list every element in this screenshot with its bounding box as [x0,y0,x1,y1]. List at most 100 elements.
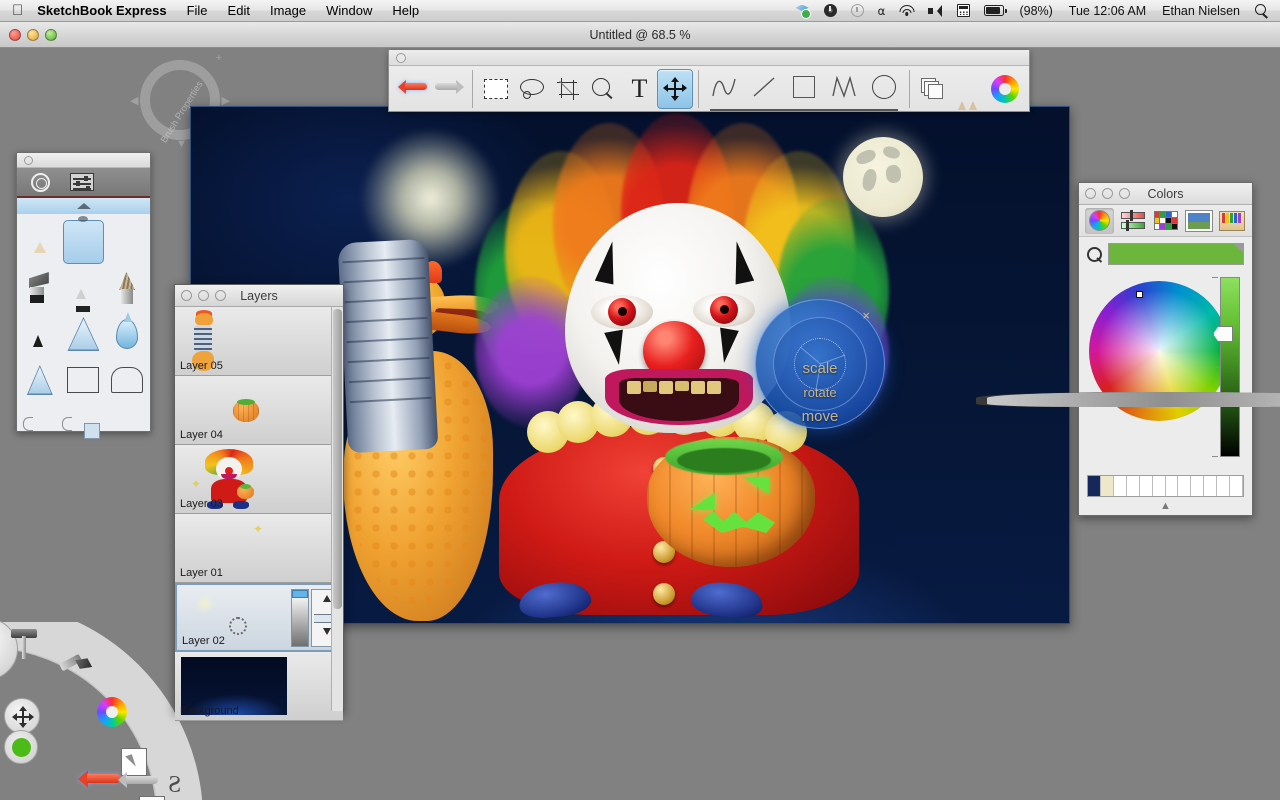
lagoon-ruler-icon[interactable]: Ƨ [168,772,181,799]
rectangle-select-tool[interactable] [478,69,514,109]
brush-water-drop[interactable] [106,312,148,356]
lasso-select-tool[interactable] [514,69,550,109]
menu-app-name[interactable]: SketchBook Express [23,3,176,18]
transform-puck[interactable]: × scale rotate move [755,299,885,429]
brush-fill-layer[interactable] [62,404,105,448]
puck-scale-label[interactable]: scale [756,360,884,377]
table-row[interactable]: Layer 05 [175,307,343,376]
table-row[interactable]: Layer 04 [175,376,343,445]
color-swatch[interactable] [1152,476,1166,496]
brush-airbrush[interactable] [62,220,105,264]
crayons-tab[interactable] [1217,208,1246,234]
time-machine-icon[interactable] [817,4,844,17]
tool-palette-grip[interactable] [389,50,1029,66]
magnifier-icon[interactable] [1087,246,1102,262]
brush-eraser[interactable] [63,358,105,402]
color-swatch[interactable] [1113,476,1127,496]
menu-item-edit[interactable]: Edit [218,3,260,18]
table-row[interactable]: ✦ Layer 01 [175,514,343,583]
layers-panel-header[interactable]: Layers [175,285,343,307]
brush-soft-cone[interactable] [63,312,105,356]
crop-tool[interactable] [550,69,586,109]
line-tool[interactable] [744,67,784,107]
layers-lagoon-item[interactable] [132,790,172,800]
color-swatch[interactable] [1165,476,1179,496]
color-swatch[interactable] [1088,476,1101,496]
color-swatch[interactable] [1217,476,1231,496]
battery-icon[interactable] [977,5,1011,16]
wifi-icon[interactable] [892,5,921,16]
freehand-curve-tool[interactable] [704,67,744,107]
dropbox-icon[interactable] [789,4,817,19]
brush-ballpoint[interactable] [63,266,105,312]
menu-item-file[interactable]: File [177,3,218,18]
brush-palette-collapse-bar[interactable] [17,198,150,214]
menu-user-name[interactable]: Ethan Nielsen [1154,4,1248,18]
brush-fan[interactable] [106,266,148,310]
color-swatch[interactable] [1230,476,1244,496]
menu-item-window[interactable]: Window [316,3,382,18]
layers-panel-button[interactable] [915,69,951,109]
brush-marker[interactable] [106,220,148,264]
apple-logo-icon[interactable]:  [12,3,23,18]
brush-nib[interactable] [19,312,61,356]
layer-opacity-slider[interactable] [291,589,309,647]
menu-item-image[interactable]: Image [260,3,316,18]
text-tool[interactable]: T [621,69,657,109]
image-palettes-tab[interactable] [1184,208,1213,234]
brightness-slider[interactable] [1213,277,1240,457]
menu-clock[interactable]: Tue 12:06 AM [1061,4,1154,18]
brush-paint-bucket[interactable] [19,404,61,448]
tool-palette-close-dot[interactable] [396,53,406,63]
table-row[interactable]: ✦ Layer 03 [175,445,343,514]
brush-palette-close-dot[interactable] [24,156,33,165]
table-row[interactable]: Background [175,652,343,721]
polyline-tool[interactable] [824,67,864,107]
layers-scrollbar-thumb[interactable] [333,309,342,609]
color-swatch[interactable] [1126,476,1140,496]
puck-move-label[interactable]: move [756,408,884,425]
bluetooth-icon[interactable]: ⍺ [871,4,893,18]
ellipse-tool[interactable] [864,67,904,107]
selected-color-swatch[interactable] [1108,243,1244,265]
menu-item-help[interactable]: Help [382,3,429,18]
layers-scrollbar[interactable] [331,307,343,711]
lagoon-move-puck[interactable] [4,698,40,734]
close-icon[interactable]: × [862,308,870,323]
brush-lagoon-item[interactable] [58,650,98,690]
color-sliders-tab[interactable] [1118,208,1147,234]
move-tool[interactable] [657,68,694,109]
color-panel-button[interactable] [987,69,1023,109]
clock-icon[interactable] [844,4,871,17]
color-swatch[interactable] [1139,476,1153,496]
color-swatch[interactable] [1204,476,1218,496]
tools-lagoon-item[interactable] [4,624,44,664]
calculator-icon[interactable] [950,4,977,17]
color-wheel-marker[interactable] [1136,291,1143,298]
colors-resize-grip[interactable]: ▲ [1079,500,1252,512]
color-wheel-tab[interactable] [1085,207,1114,234]
redo-button[interactable] [431,69,467,109]
table-row[interactable]: Layer 02 [175,583,343,652]
lagoon-current-color[interactable] [4,730,38,764]
spotlight-search-icon[interactable] [1248,4,1280,17]
color-swatch[interactable] [1178,476,1192,496]
color-swatch[interactable] [1191,476,1205,496]
zoom-tool[interactable] [586,69,622,109]
brush-sets-tab[interactable] [31,172,50,192]
brush-hard-cone[interactable] [19,358,61,402]
brush-properties-tab[interactable] [70,173,94,191]
puck-rotate-label[interactable]: rotate [756,385,884,400]
volume-icon[interactable] [921,4,950,17]
colors-panel-header[interactable]: Colors [1079,183,1252,205]
color-swatch[interactable] [1100,476,1114,496]
undo-button[interactable] [395,69,431,109]
brush-flat[interactable] [19,266,61,310]
rectangle-shape-tool[interactable] [784,67,824,107]
brush-pencil[interactable] [19,220,61,264]
brushes-panel-button[interactable] [951,69,1280,407]
color-lagoon-item[interactable] [92,692,132,732]
brush-palette-grip[interactable] [17,153,150,168]
brush-round-eraser[interactable] [106,358,148,402]
color-palettes-tab[interactable] [1151,208,1180,234]
